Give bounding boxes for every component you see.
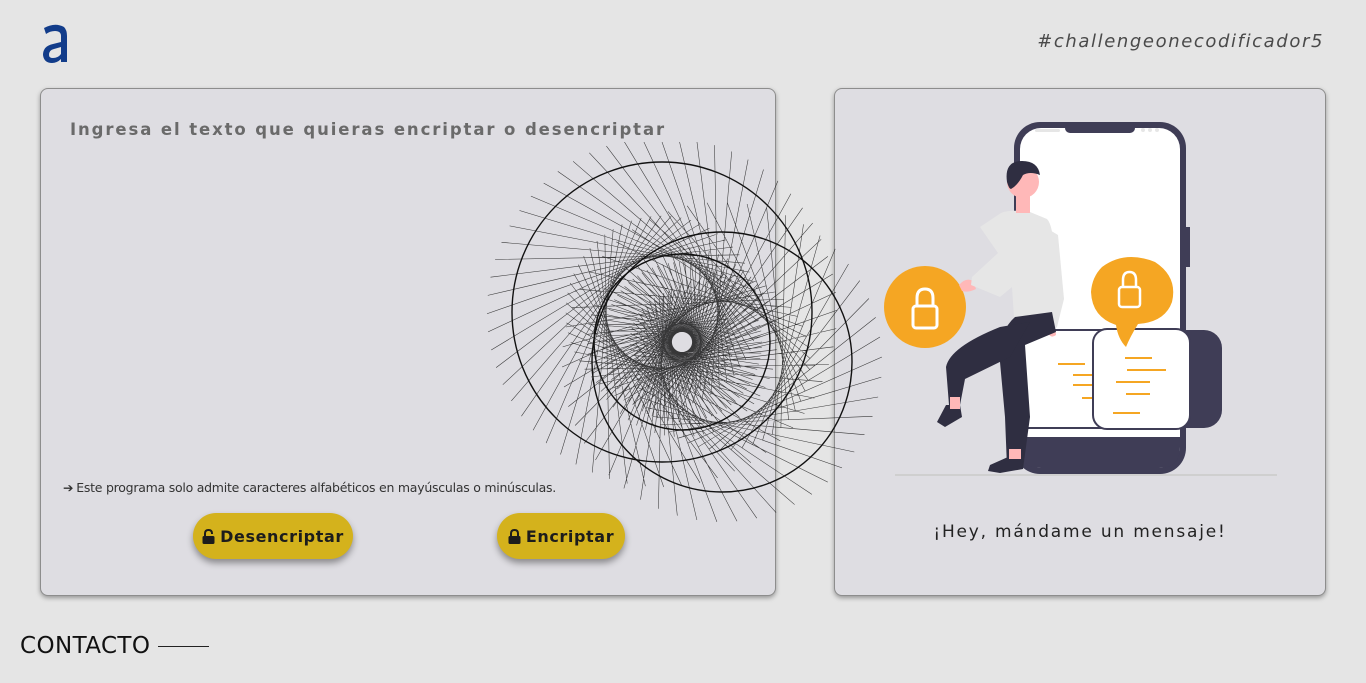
lock-icon [508, 528, 521, 544]
encrypt-button-label: Encriptar [525, 526, 615, 546]
contact-divider [158, 645, 210, 647]
decrypt-button-label: Desencriptar [220, 526, 344, 546]
input-prompt: Ingresa el texto que quieras encriptar o… [70, 120, 667, 139]
phone-security-illustration [884, 122, 1277, 476]
lock-open-icon [202, 528, 215, 544]
message-prompt: ¡Hey, mándame un mensaje! [933, 522, 1227, 542]
contact-label: CONTACTO [20, 633, 151, 659]
encrypt-panel: Ingresa el texto que quieras encriptar o… [40, 88, 776, 596]
alura-logo-icon[interactable] [40, 22, 70, 66]
contact-section[interactable]: CONTACTO [20, 633, 210, 659]
input-note: ➔ Este programa solo admite caracteres al… [63, 480, 556, 495]
note-text: Este programa solo admite caracteres alf… [76, 480, 557, 495]
hashtag-text: #challengeonecodificador5 [1037, 31, 1324, 52]
text-input[interactable] [63, 153, 757, 487]
encrypt-button[interactable]: Encriptar [497, 513, 625, 559]
decrypt-button[interactable]: Desencriptar [193, 513, 353, 559]
arrow-right-icon: ➔ [63, 480, 74, 495]
message-panel: ¡Hey, mándame un mensaje! [834, 88, 1326, 596]
